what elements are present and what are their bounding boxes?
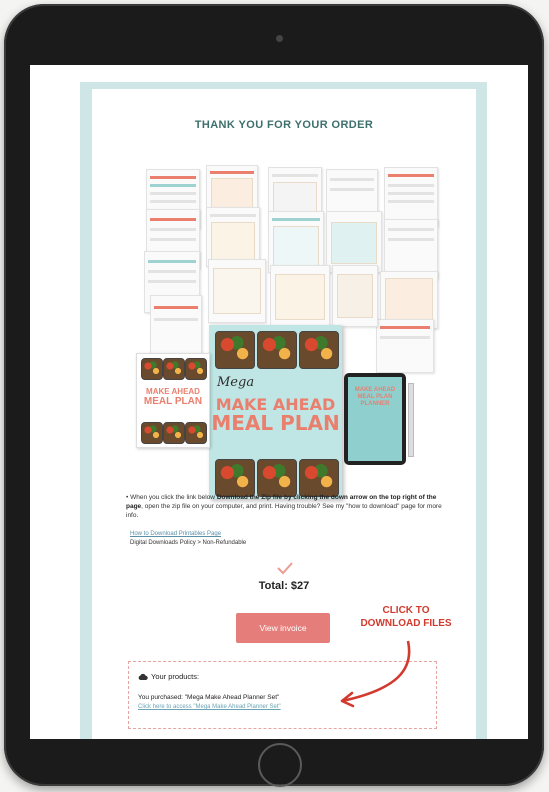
click-to-download-annotation: CLICK TO DOWNLOAD FILES [346,604,466,630]
printable-sheet [268,211,324,273]
check-icon [277,562,293,575]
pencil-icon [408,383,414,457]
mini-cover-title-line2: MEAL PLAN [143,396,203,407]
annotation-line1: CLICK TO [382,605,430,616]
product-cover: Mega MAKE AHEAD MEAL PLAN [209,325,342,499]
view-invoice-button[interactable]: View invoice [236,613,330,643]
printable-sheet [208,259,266,323]
access-product-link[interactable]: Click here to access "Mega Make Ahead Pl… [138,704,281,710]
home-button[interactable] [258,743,302,787]
page-title: THANK YOU FOR YOUR ORDER [194,119,374,131]
printable-sheet [332,265,378,327]
product-collage: Mega MAKE AHEAD MEAL PLAN MAKE AHEAD MEA… [136,147,438,499]
ipad-mockup-title: MAKE AHEAD MEAL PLAN PLANNER [354,387,396,407]
instructions-text-2: , open the zip file on your computer, an… [126,503,442,519]
red-arrow [340,640,411,708]
printable-sheet [376,319,434,373]
order-total: Total: $27 [258,580,310,592]
email-body: THANK YOU FOR YOUR ORDER Mega MAKE AHEAD… [92,89,476,739]
mini-cover-title-line1: MAKE AHEAD [146,387,200,396]
printable-sheet [206,207,260,267]
cloud-download-icon [138,673,148,680]
cover-script-text: Mega [217,375,255,390]
how-to-download-link[interactable]: How to Download Printables Page [130,531,221,537]
download-instructions: • When you click the link below Download… [126,494,442,519]
ipad-mockup: MAKE AHEAD MEAL PLAN PLANNER [344,373,406,465]
camera [276,35,283,42]
tablet-screen: THANK YOU FOR YOUR ORDER Mega MAKE AHEAD… [30,65,528,739]
mini-product-cover: MAKE AHEAD MEAL PLAN [136,353,210,448]
printable-sheet [270,265,330,329]
tablet-frame: THANK YOU FOR YOUR ORDER Mega MAKE AHEAD… [4,4,544,787]
instructions-text-1: When you click the link below [130,494,217,501]
printable-sheet [384,219,438,279]
cover-title-line2: MEAL PLAN [211,411,340,435]
annotation-line2: DOWNLOAD FILES [360,618,452,629]
printable-sheet [326,211,382,273]
purchased-text: You purchased: "Mega Make Ahead Planner … [138,694,280,701]
policy-text: Digital Downloads Policy > Non-Refundabl… [130,540,247,546]
printable-sheet [384,167,438,227]
printable-sheet [150,295,202,355]
products-heading: Your products: [151,672,200,681]
